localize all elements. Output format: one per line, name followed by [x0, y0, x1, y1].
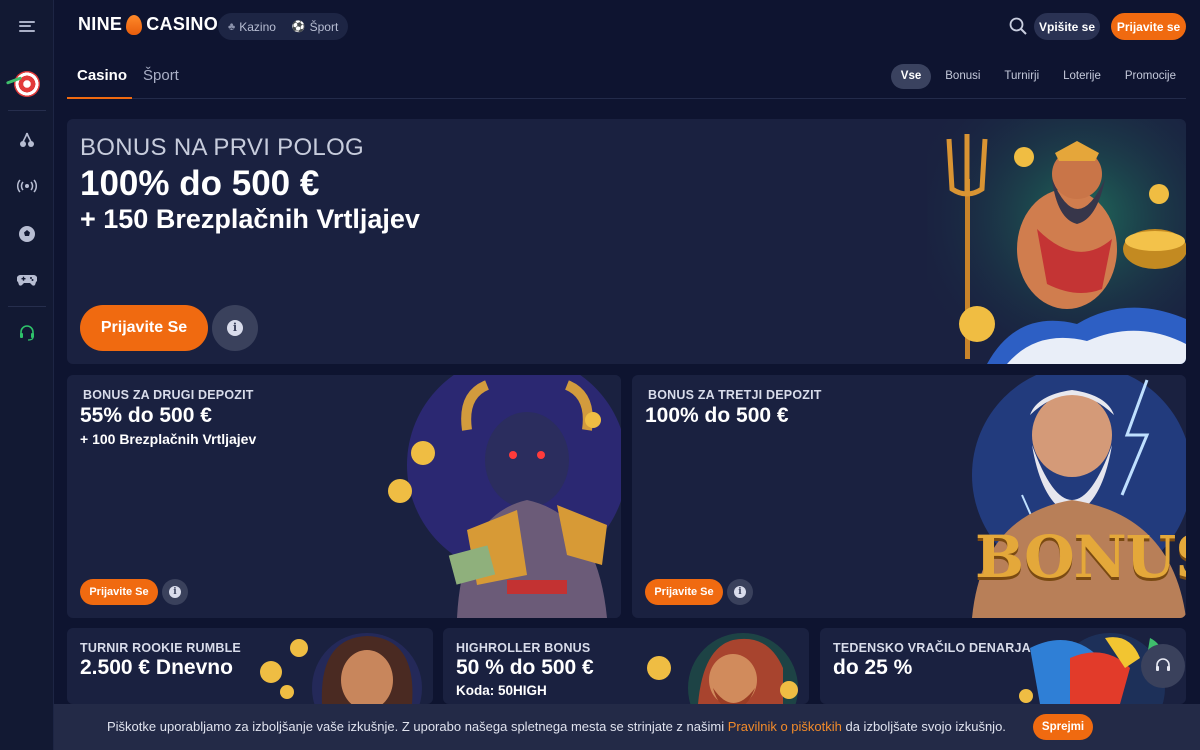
filter-loterije[interactable]: Loterije: [1053, 64, 1111, 89]
live-broadcast-icon: [17, 179, 37, 193]
minotaur-illustration: [367, 375, 621, 618]
warrior-coins-illustration: [647, 633, 798, 704]
card-info-button[interactable]: i: [162, 579, 188, 605]
hero-info-button[interactable]: i: [212, 305, 258, 351]
cookie-text: Piškotke uporabljamo za izboljšanje vaše…: [107, 719, 1006, 734]
rail-item-casino[interactable]: [0, 120, 54, 160]
rail-divider: [8, 306, 46, 307]
rail-item-live[interactable]: [0, 166, 54, 206]
poseidon-illustration: [927, 119, 1186, 364]
section-tabs: Casino Šport Vse Bonusi Turnirji Loterij…: [67, 52, 1186, 99]
card-subline: Koda: 50HIGH: [456, 683, 547, 698]
login-button[interactable]: Vpišite se: [1034, 13, 1100, 40]
promo-card-second-deposit: BONUS ZA DRUGI DEPOZIT 55% do 500 € + 10…: [67, 375, 621, 618]
left-rail: [0, 0, 54, 750]
search-icon[interactable]: [1009, 17, 1027, 35]
filter-bonusi[interactable]: Bonusi: [935, 64, 990, 89]
gamepad-icon: [17, 274, 37, 286]
headset-support-icon: [20, 325, 34, 341]
info-icon: i: [169, 586, 181, 598]
hero-register-button[interactable]: Prijavite Se: [80, 305, 208, 351]
register-button[interactable]: Prijavite se: [1111, 13, 1186, 40]
tab-casino[interactable]: Casino: [77, 67, 127, 84]
promo-card-third-deposit: BONUS BONUS ZA TRETJI DEPOZIT 100% do 50…: [632, 375, 1186, 618]
top-nav-sport[interactable]: ⚽ Šport: [292, 20, 338, 34]
cherries-icon: ♣: [228, 20, 236, 33]
card-register-button[interactable]: Prijavite Se: [645, 579, 723, 605]
top-header: NINE CASINO ♣ Kazino ⚽ Šport Vpišite se …: [54, 0, 1200, 52]
card-kicker: BONUS ZA TRETJI DEPOZIT: [648, 388, 822, 402]
hero-kicker: BONUS NA PRVI POLOG: [80, 134, 365, 161]
cookie-text-after: da izboljšate svojo izkušnjo.: [841, 719, 1006, 734]
promo-card-cashback: TEDENSKO VRAČILO DENARJA do 25 %: [820, 628, 1186, 704]
rail-item-games[interactable]: [0, 260, 54, 300]
hero-banner: BONUS NA PRVI POLOG 100% do 500 € + 150 …: [67, 119, 1186, 364]
active-tab-indicator: [67, 97, 132, 99]
card-kicker: HIGHROLLER BONUS: [456, 641, 591, 655]
headset-icon: [1156, 658, 1170, 671]
card-headline: 2.500 € Dnevno: [80, 656, 233, 679]
support-chat-button[interactable]: [1141, 644, 1185, 688]
top-nav-label: Kazino: [239, 19, 276, 34]
logo-text-right: CASINO: [146, 14, 219, 34]
soccer-ball-icon: [19, 226, 35, 242]
promo-card-rookie-rumble: TURNIR ROOKIE RUMBLE 2.500 € Dnevno: [67, 628, 433, 704]
info-icon: i: [734, 586, 746, 598]
info-icon: i: [227, 320, 243, 336]
card-subline: + 100 Brezplačnih Vrtljajev: [80, 431, 257, 447]
logo[interactable]: NINE CASINO: [78, 14, 218, 35]
logo-text-left: NINE: [78, 14, 123, 34]
card-kicker: TURNIR ROOKIE RUMBLE: [80, 641, 241, 655]
promo-filters: Vse Bonusi Turnirji Loterije Promocije: [890, 64, 1186, 89]
card-register-button[interactable]: Prijavite Se: [80, 579, 158, 605]
top-nav-label: Šport: [309, 19, 339, 34]
rail-item-sport[interactable]: [0, 214, 54, 254]
soccer-ball-icon: ⚽: [291, 21, 306, 33]
tab-sport[interactable]: Šport: [143, 67, 179, 84]
cookie-banner: Piškotke uporabljamo za izboljšanje vaše…: [54, 704, 1200, 750]
dart-target-icon: [14, 71, 40, 97]
bonus-art-text: BONUS: [975, 523, 1186, 591]
hero-headline: 100% do 500 €: [80, 164, 320, 203]
fox-flame-icon: [126, 14, 143, 35]
card-kicker: TEDENSKO VRAČILO DENARJA: [833, 641, 1031, 655]
cookie-policy-link[interactable]: Pravilnik o piškotkih: [728, 719, 842, 734]
top-nav: ♣ Kazino ⚽ Šport: [218, 13, 349, 40]
card-headline: do 25 %: [833, 656, 913, 679]
hero-subline: + 150 Brezplačnih Vrtljajev: [80, 204, 420, 234]
filter-promocije[interactable]: Promocije: [1115, 64, 1186, 89]
filter-turnirji[interactable]: Turnirji: [994, 64, 1049, 89]
card-headline: 55% do 500 €: [80, 404, 212, 427]
filter-vse[interactable]: Vse: [890, 64, 932, 89]
card-headline: 100% do 500 €: [645, 404, 789, 427]
woman-treasure-illustration: [260, 633, 422, 704]
promo-card-highroller: HIGHROLLER BONUS 50 % do 500 € Koda: 50H…: [443, 628, 809, 704]
top-nav-kazino[interactable]: ♣ Kazino: [228, 20, 276, 34]
rail-divider: [8, 110, 46, 111]
menu-button[interactable]: [0, 0, 54, 52]
cookie-accept-button[interactable]: Sprejmi: [1033, 714, 1093, 740]
cherries-icon: [20, 132, 34, 147]
cookie-text-before: Piškotke uporabljamo za izboljšanje vaše…: [107, 719, 728, 734]
rail-item-darts[interactable]: [0, 64, 54, 104]
card-headline: 50 % do 500 €: [456, 656, 594, 679]
hamburger-icon: [19, 20, 35, 32]
card-kicker: BONUS ZA DRUGI DEPOZIT: [83, 388, 254, 402]
card-info-button[interactable]: i: [727, 579, 753, 605]
rail-item-support[interactable]: [0, 313, 54, 353]
